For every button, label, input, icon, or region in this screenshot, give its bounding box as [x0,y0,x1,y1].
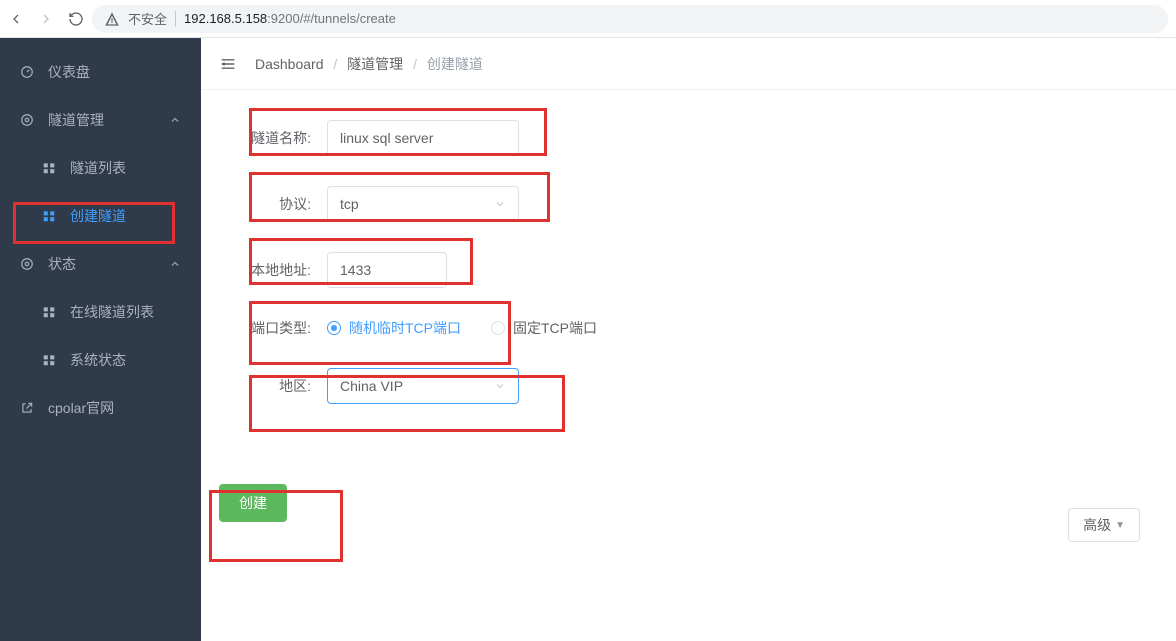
radio-dot-icon [491,321,505,335]
sidebar-item-dashboard[interactable]: 仪表盘 [0,48,201,96]
reload-button[interactable] [68,11,84,27]
radio-random-label: 随机临时TCP端口 [349,318,461,338]
sidebar-item-online-list[interactable]: 在线隧道列表 [0,288,201,336]
crumb-tunnel-mgmt[interactable]: 隧道管理 [347,56,403,72]
region-value: China VIP [340,378,403,394]
protocol-label: 协议: [219,194,311,214]
sidebar-label-official: cpolar官网 [48,398,114,418]
create-icon [42,209,56,223]
advanced-label: 高级 [1083,515,1111,535]
online-icon [42,305,56,319]
url-bar[interactable]: 不安全 192.168.5.158:9200/#/tunnels/create [92,5,1168,33]
sidebar-label-online: 在线隧道列表 [70,302,154,322]
tunnel-name-input[interactable] [327,120,519,156]
status-icon [20,257,34,271]
sidebar-item-sys-status[interactable]: 系统状态 [0,336,201,384]
list-icon [42,161,56,175]
url-divider [175,11,176,27]
create-button[interactable]: 创建 [219,484,287,522]
sidebar-item-status[interactable]: 状态 [0,240,201,288]
external-link-icon [20,401,34,415]
sidebar: 仪表盘 隧道管理 隧道列表 创建隧道 状态 在线隧道列表 [0,38,201,641]
crumb-sep: / [333,56,337,72]
sidebar-label-dashboard: 仪表盘 [48,62,90,82]
sidebar-label-tunnel-mgmt: 隧道管理 [48,110,104,130]
sidebar-label-tunnel-list: 隧道列表 [70,158,126,178]
sidebar-item-official[interactable]: cpolar官网 [0,384,201,432]
sidebar-item-tunnel-create[interactable]: 创建隧道 [0,192,201,240]
sys-icon [42,353,56,367]
region-label: 地区: [219,376,311,396]
url-text: 192.168.5.158:9200/#/tunnels/create [184,11,396,26]
back-button[interactable] [8,11,24,27]
topbar: Dashboard / 隧道管理 / 创建隧道 [201,38,1176,90]
chevron-down-icon [494,198,506,210]
sidebar-item-tunnel-list[interactable]: 隧道列表 [0,144,201,192]
sidebar-item-tunnel-mgmt[interactable]: 隧道管理 [0,96,201,144]
crumb-dashboard[interactable]: Dashboard [255,56,324,72]
local-addr-label: 本地地址: [219,260,311,280]
crumb-create: 创建隧道 [427,56,483,72]
region-select[interactable]: China VIP [327,368,519,404]
name-label: 隧道名称: [219,128,311,148]
not-secure-icon [104,11,120,27]
chevron-down-icon [494,380,506,392]
tunnel-icon [20,113,34,127]
protocol-value: tcp [340,196,359,212]
collapse-icon[interactable] [219,57,237,71]
radio-random-port[interactable]: 随机临时TCP端口 [327,318,461,338]
forward-button[interactable] [38,11,54,27]
dashboard-icon [20,65,34,79]
radio-fixed-port[interactable]: 固定TCP端口 [491,318,597,338]
breadcrumb: Dashboard / 隧道管理 / 创建隧道 [255,54,483,74]
chevron-up-icon [169,258,181,270]
crumb-sep: / [413,56,417,72]
local-addr-input[interactable] [327,252,447,288]
advanced-button[interactable]: 高级 ▼ [1068,508,1140,542]
browser-chrome-bar: 不安全 192.168.5.158:9200/#/tunnels/create [0,0,1176,38]
port-type-label: 端口类型: [219,318,311,338]
chevron-up-icon [169,114,181,126]
not-secure-label: 不安全 [128,9,167,28]
protocol-select[interactable]: tcp [327,186,519,222]
form-area: 隧道名称: 协议: tcp 本地地址: [201,90,1176,582]
radio-fixed-label: 固定TCP端口 [513,318,597,338]
sidebar-label-status: 状态 [48,254,76,274]
sidebar-label-sys: 系统状态 [70,350,126,370]
triangle-down-icon: ▼ [1115,520,1125,531]
sidebar-label-tunnel-create: 创建隧道 [70,206,126,226]
radio-dot-icon [327,321,341,335]
